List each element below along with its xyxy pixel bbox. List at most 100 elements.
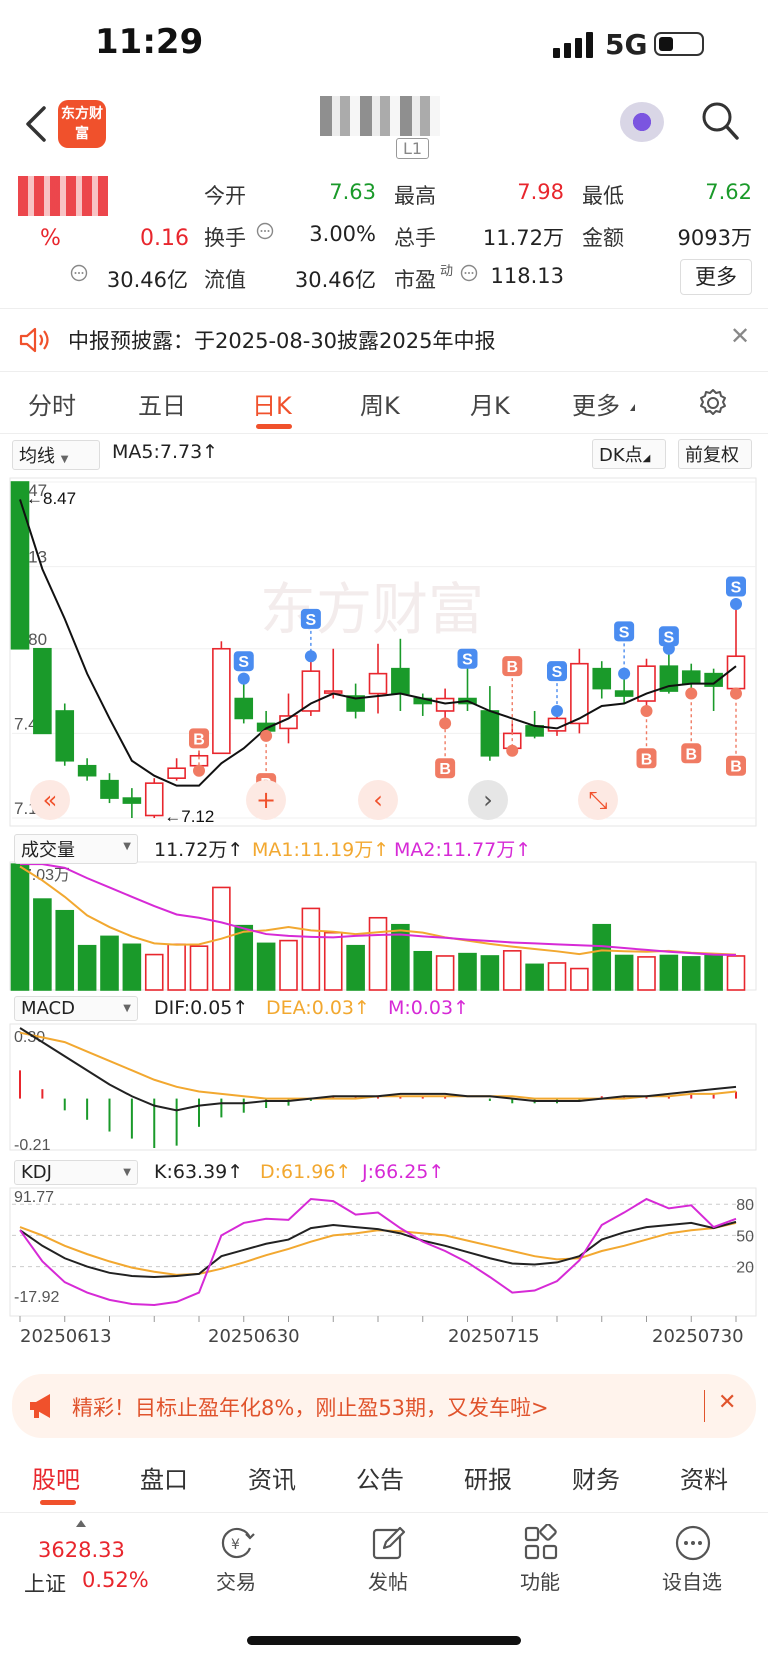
- info-icon[interactable]: [460, 264, 478, 282]
- float-label: 流值: [204, 268, 246, 292]
- macd-dif-label: DIF:0.05↑: [154, 997, 249, 1019]
- candle-body: [234, 697, 254, 720]
- candle-body: [122, 797, 142, 804]
- amount-value: 9093万: [677, 226, 752, 250]
- min-price-label: ←7.12: [164, 807, 214, 826]
- add-watchlist-icon[interactable]: [674, 1524, 712, 1562]
- tab-daily-k[interactable]: 日K: [252, 386, 292, 421]
- signal-dot: [237, 672, 250, 685]
- candle-body: [167, 767, 186, 779]
- functions-grid-icon[interactable]: [522, 1524, 560, 1562]
- x-date-3: 20250730: [652, 1326, 744, 1347]
- candle-body: [681, 670, 701, 685]
- volume-bar: [681, 956, 701, 991]
- tab-guba[interactable]: 股吧: [32, 1460, 80, 1495]
- gear-icon[interactable]: [698, 388, 728, 418]
- search-icon[interactable]: [700, 100, 740, 142]
- volume-bar: [234, 924, 254, 991]
- megaphone-icon: [30, 1394, 50, 1418]
- info-icon[interactable]: [70, 264, 88, 282]
- volume-bar: [301, 907, 321, 991]
- volume-select[interactable]: 成交量 ▼: [14, 834, 138, 864]
- signal-letter: B: [439, 761, 451, 778]
- open-label: 今开: [204, 184, 246, 208]
- vol-ma2-label: MA2:11.77万↑: [394, 839, 532, 861]
- back-arrow-icon[interactable]: [22, 104, 52, 144]
- volume-value-label: 11.72万↑: [154, 839, 244, 861]
- tab-weekly-k[interactable]: 周K: [360, 386, 400, 421]
- post-edit-icon[interactable]: [370, 1524, 408, 1562]
- tab-intraday[interactable]: 分时: [28, 386, 76, 421]
- status-time: 11:29: [95, 22, 204, 62]
- market-cap-value: 30.46亿: [106, 268, 188, 292]
- low-value: 7.62: [705, 180, 752, 204]
- stock-code-tag[interactable]: L1: [396, 138, 430, 159]
- tab-profile[interactable]: 资料: [680, 1460, 728, 1495]
- promo-text[interactable]: 精彩！目标止盈年化8%，刚止盈53期，又发车啦>: [72, 1392, 549, 1422]
- kdj-right-tick: 50: [736, 1228, 754, 1245]
- battery-icon: [654, 32, 704, 56]
- nav-trade-label[interactable]: 交易: [186, 1566, 286, 1595]
- volume-bar: [189, 945, 209, 991]
- speaker-icon: [19, 327, 49, 353]
- volume-bar: [55, 909, 75, 991]
- trade-yen-icon[interactable]: ¥: [218, 1524, 256, 1562]
- volume-bar: [502, 950, 522, 991]
- signal-letter: S: [238, 654, 249, 671]
- kdj-top-tick: 91.77: [14, 1189, 54, 1206]
- up-triangle-icon: [76, 1520, 86, 1527]
- app-logo[interactable]: 东方财富: [58, 100, 106, 148]
- promo-divider: [704, 1390, 705, 1422]
- signal-dot: [551, 704, 563, 717]
- tab-finance[interactable]: 财务: [572, 1460, 620, 1495]
- more-quote-button[interactable]: 更多: [680, 259, 752, 295]
- chart-nav-icon: ⤡: [588, 786, 607, 814]
- volume-bar: [525, 963, 544, 991]
- signal-letter: B: [506, 659, 518, 676]
- volume-bar: [100, 935, 119, 991]
- tab-research[interactable]: 研报: [464, 1460, 512, 1495]
- signal-letter: S: [619, 624, 630, 641]
- high-label: 最高: [394, 184, 436, 208]
- candle-body: [435, 697, 455, 712]
- kdj-right-tick: 20: [736, 1260, 754, 1277]
- candle-body: [592, 667, 612, 690]
- signal-letter: B: [730, 759, 742, 776]
- nav-watchlist-label[interactable]: 设自选: [642, 1566, 742, 1595]
- candle-body: [33, 647, 52, 735]
- dk-points-button[interactable]: DK点◢: [592, 439, 666, 469]
- nav-post-label[interactable]: 发帖: [338, 1566, 438, 1595]
- notice-text[interactable]: 中报预披露：于2025-08-30披露2025年中报: [68, 325, 495, 355]
- index-value[interactable]: 3628.33: [38, 1538, 125, 1562]
- close-icon[interactable]: ✕: [730, 322, 750, 350]
- signal-dot: [618, 667, 631, 680]
- tab-news[interactable]: 资讯: [248, 1460, 296, 1495]
- kdj-k-label: K:63.39↑: [154, 1161, 244, 1183]
- candle-body: [212, 647, 231, 755]
- tab-more[interactable]: 更多: [572, 386, 620, 421]
- tab-pankou[interactable]: 盘口: [140, 1460, 188, 1495]
- index-name[interactable]: 上证: [24, 1568, 66, 1598]
- signal-dot: [439, 717, 452, 730]
- candle-body: [726, 655, 746, 690]
- tab-announcements[interactable]: 公告: [356, 1460, 404, 1495]
- tab-five-day[interactable]: 五日: [138, 386, 186, 421]
- close-icon[interactable]: ✕: [718, 1390, 736, 1415]
- tab-monthly-k[interactable]: 月K: [470, 386, 510, 421]
- current-price-blurred: [18, 176, 108, 216]
- index-pct[interactable]: 0.52%: [82, 1568, 149, 1592]
- candle-body: [55, 710, 75, 762]
- candle-body: [77, 764, 97, 777]
- signal-dot: [506, 744, 519, 757]
- adjust-button[interactable]: 前复权: [678, 439, 752, 469]
- kdj-k-line: [19, 1220, 737, 1278]
- signal-letter: S: [664, 629, 675, 646]
- kdj-select[interactable]: KDJ ▼: [14, 1160, 138, 1185]
- macd-select[interactable]: MACD ▼: [14, 996, 138, 1021]
- signal-icon: [553, 32, 593, 58]
- assistant-robot-icon[interactable]: [620, 102, 664, 142]
- info-icon[interactable]: [256, 222, 274, 240]
- nav-functions-label[interactable]: 功能: [490, 1566, 590, 1595]
- kline-chart[interactable]: 8.478.137.807.467.12东方财富←8.47←7.12BBSSBS…: [0, 466, 768, 1346]
- more-triangle-icon: [630, 404, 635, 411]
